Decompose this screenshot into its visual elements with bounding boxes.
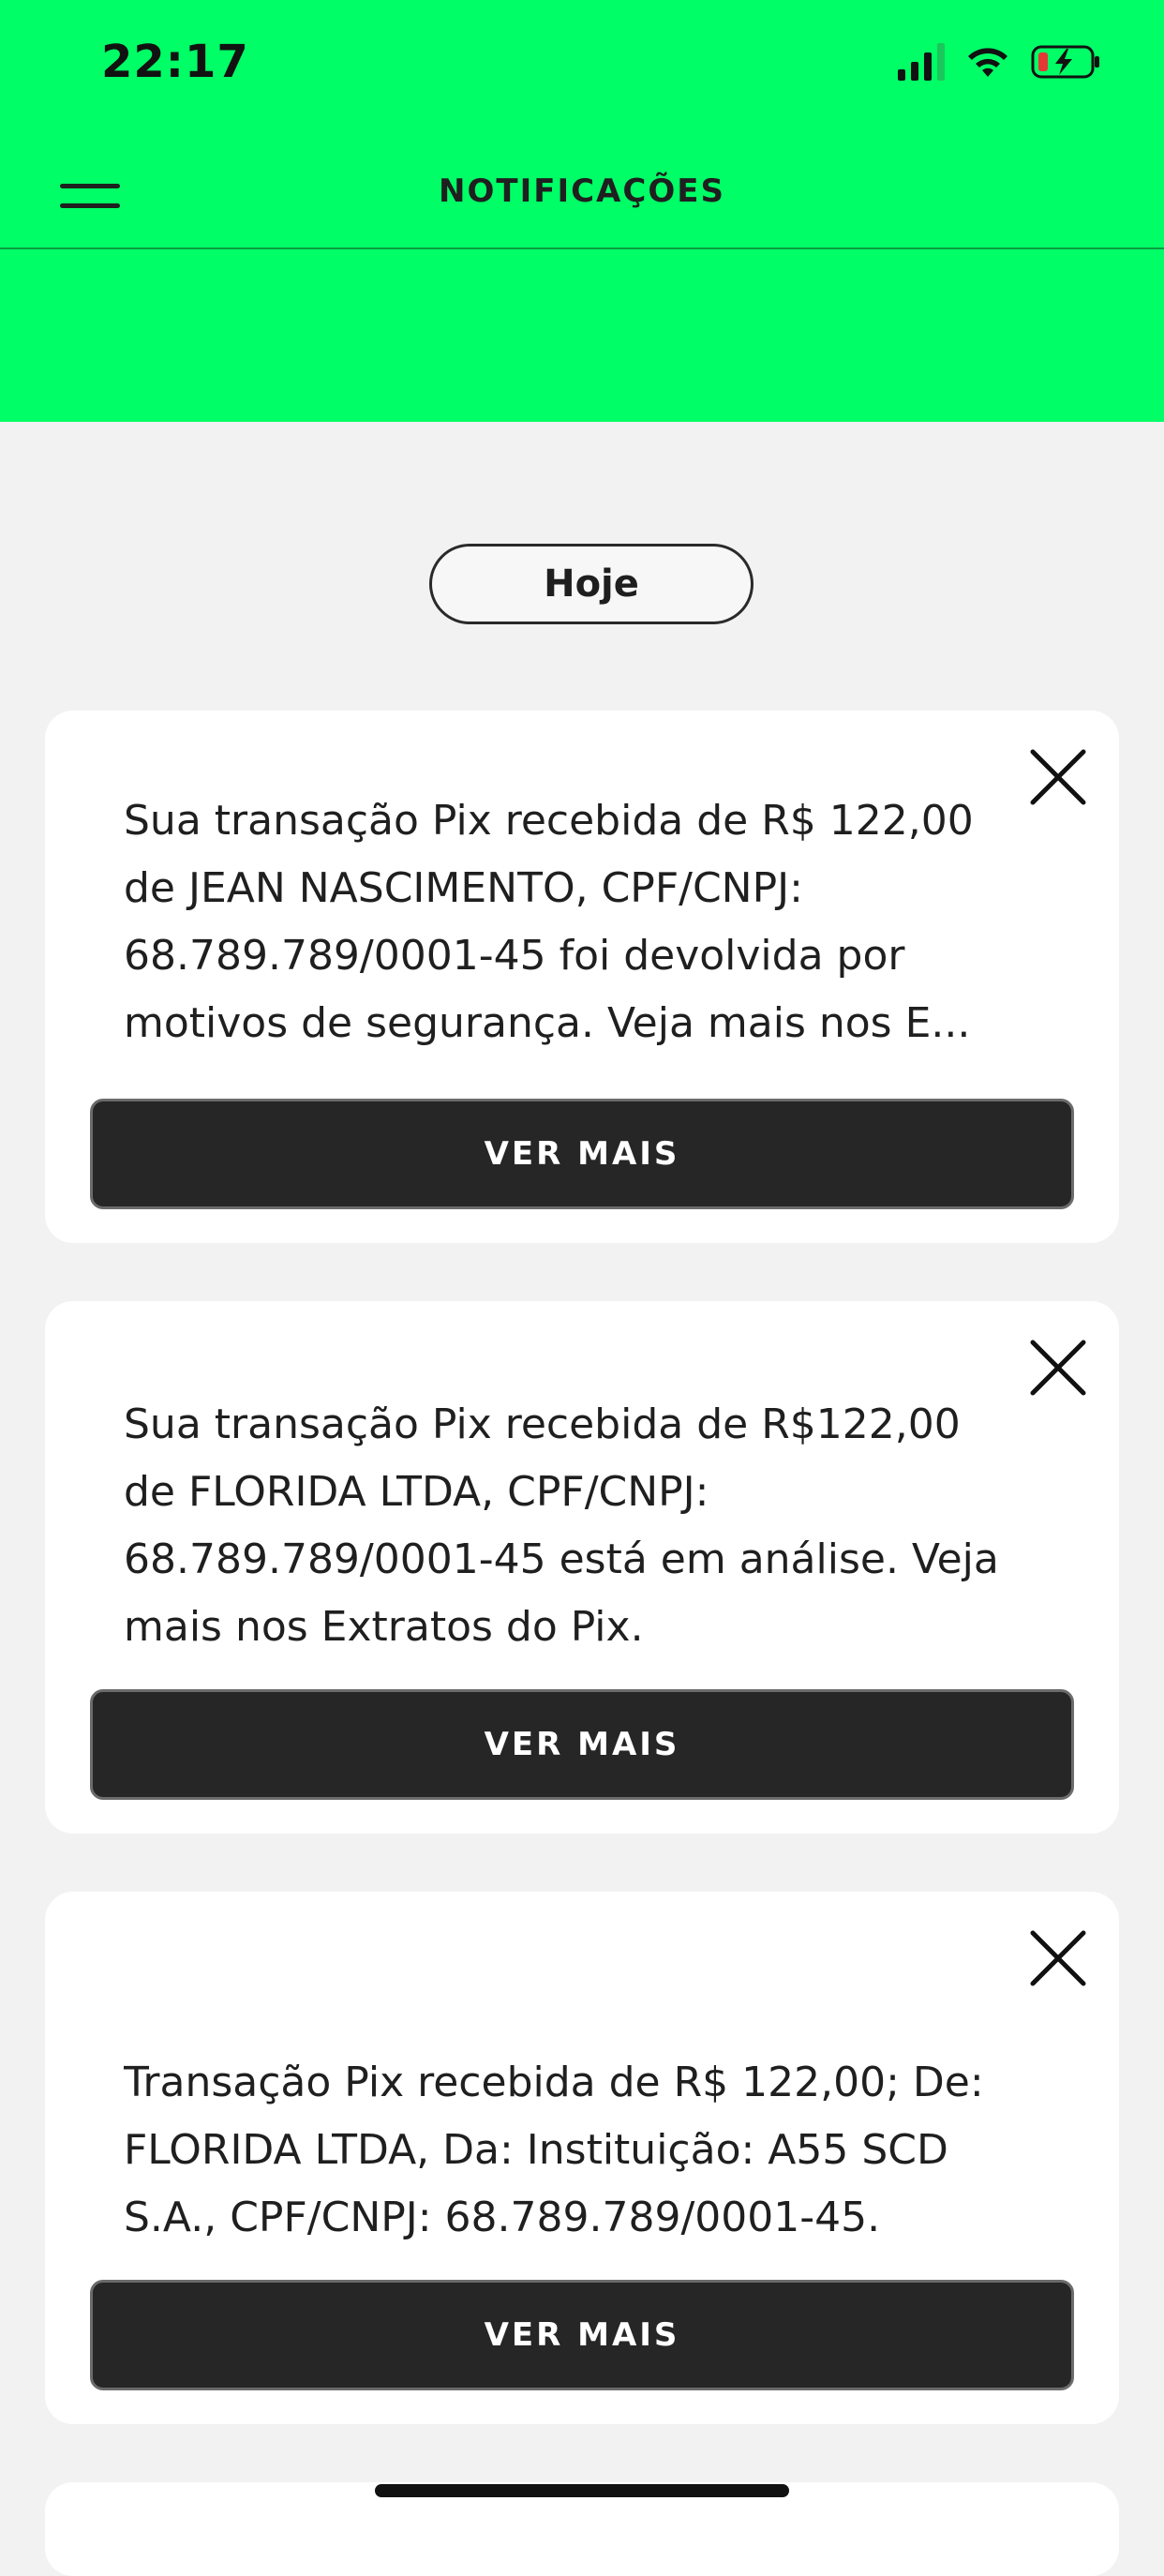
header-background: 22:17 NOTIFICAÇÕES (0, 0, 1164, 422)
ver-mais-button[interactable]: VER MAIS (90, 1099, 1074, 1209)
wifi-icon (968, 48, 1007, 77)
notification-message: Transação Pix recebida de R$ 122,00; De:… (124, 2059, 984, 2241)
status-icons (898, 43, 1102, 81)
battery-charging-icon (1031, 45, 1099, 79)
notification-card: Sua transação Pix recebida de R$122,00 d… (45, 1301, 1119, 1834)
ver-mais-button[interactable]: VER MAIS (90, 2280, 1074, 2390)
notification-message: Sua transação Pix recebida de R$122,00 d… (124, 1400, 999, 1651)
close-icon[interactable] (1027, 1337, 1089, 1399)
page-title: NOTIFICAÇÕES (439, 172, 725, 210)
status-time: 22:17 (101, 36, 249, 88)
close-icon[interactable] (1027, 746, 1089, 808)
date-group-badge: Hoje (429, 544, 754, 624)
notification-message: Sua transação Pix recebida de R$ 122,00 … (124, 797, 974, 1047)
notification-card: Sua transação Pix recebida de R$ 122,00 … (45, 711, 1119, 1243)
home-indicator[interactable] (375, 2484, 789, 2497)
notification-card: Transação Pix recebida de R$ 122,00; De:… (45, 1892, 1119, 2424)
close-icon[interactable] (1027, 1927, 1089, 1989)
cellular-signal-icon (898, 43, 945, 81)
nav-bar: NOTIFICAÇÕES (0, 150, 1164, 249)
ver-mais-button[interactable]: VER MAIS (90, 1689, 1074, 1800)
